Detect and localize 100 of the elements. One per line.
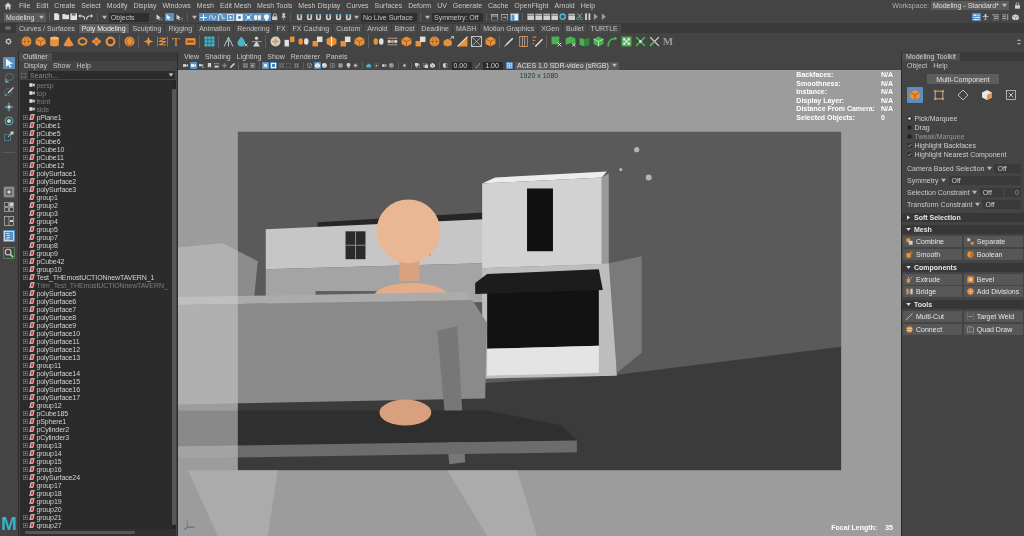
droplet-icon[interactable] [236,36,248,47]
crossed-sphere-icon[interactable] [336,62,344,69]
overlapping-squares-icon[interactable] [413,62,421,69]
expand-box-icon[interactable] [23,370,28,376]
expand-box-icon[interactable] [23,250,28,256]
camera-padlock-icon[interactable] [197,62,205,69]
expand-box-icon[interactable] [23,466,28,472]
expand-box-icon[interactable] [23,154,28,160]
caret-icon[interactable] [986,165,992,171]
radio-icon[interactable] [907,116,912,121]
ring-icon[interactable] [104,36,116,47]
crosshair-icon[interactable] [221,62,229,69]
sphere-icon[interactable] [388,62,396,69]
disclosure-triangle-icon[interactable] [906,302,911,308]
magnet-icon[interactable] [314,12,324,22]
framed-dot-icon[interactable] [226,12,236,22]
x-square-icon[interactable] [244,12,254,22]
frame-icon[interactable] [517,36,529,47]
expand-box-icon[interactable] [23,410,28,416]
house-icon[interactable] [4,1,12,10]
magnet-icon[interactable] [294,12,304,22]
expand-box-icon[interactable] [23,474,28,480]
expand-box-icon[interactable] [23,266,28,272]
square-with-cross-icon[interactable] [550,36,562,47]
expand-box-icon[interactable] [23,298,28,304]
expand-box-icon[interactable] [23,522,28,528]
expand-box-icon[interactable] [23,450,28,456]
caret-icon[interactable] [101,14,107,20]
pointer-square-icon[interactable] [165,12,174,22]
clapperboard-icon[interactable] [526,13,535,21]
curved-arrow-icon[interactable] [606,36,618,47]
dashed-square-icon[interactable] [3,129,15,142]
expand-box-icon[interactable] [23,130,28,136]
dotted-sphere-icon[interactable] [372,62,380,69]
folded-sheet-icon[interactable] [578,36,590,47]
horizontal-scrollbar[interactable] [20,529,176,536]
cube-icon[interactable] [484,36,496,47]
list-icon[interactable] [991,12,1001,22]
cube-icon[interactable] [400,36,412,47]
cube-face-icon[interactable] [979,87,995,103]
split-blocks-icon[interactable] [283,36,295,47]
cube-icon[interactable] [592,36,604,47]
expand-box-icon[interactable] [23,338,28,344]
pointer-tree-icon[interactable] [155,12,165,22]
list-pane-icon[interactable] [3,229,15,242]
half-filled-circle-icon[interactable] [442,62,450,69]
person-icon[interactable] [981,12,991,22]
square-corners-icon[interactable] [931,87,947,103]
caret-icon[interactable] [424,14,430,20]
lasso-icon[interactable] [3,71,15,84]
sphere-icon[interactable] [428,36,440,47]
expand-box-icon[interactable] [23,418,28,424]
expand-box-icon[interactable] [23,514,28,520]
clapperboard-icon[interactable] [567,13,575,21]
crossed-frame-icon[interactable] [470,36,482,47]
four-arrows-icon[interactable] [3,100,15,113]
dashed-square-icon[interactable] [401,62,409,69]
tag-icon[interactable] [184,36,196,47]
magnet-icon[interactable] [343,12,353,22]
wheel-icon[interactable] [269,36,281,47]
expand-box-icon[interactable] [23,162,28,168]
ring-icon[interactable] [559,13,567,21]
magnet-icon[interactable] [324,12,334,22]
two-pane-icon[interactable] [3,215,15,227]
expand-box-icon[interactable] [23,306,28,312]
cylinder-icon[interactable] [48,36,60,47]
expand-box-icon[interactable] [23,178,28,184]
picture-icon[interactable] [213,62,221,69]
expand-box-icon[interactable] [23,170,28,176]
caret-icon[interactable] [941,177,946,183]
text-tool-button[interactable]: T [170,36,182,47]
crossed-lines-icon[interactable] [648,36,660,47]
sliders-icon[interactable] [971,12,981,22]
capsules-icon[interactable] [372,36,384,47]
rotation-ring-icon[interactable] [3,115,15,127]
expand-box-icon[interactable] [23,186,28,192]
sun-icon[interactable] [352,62,360,69]
clapperboard-icon[interactable] [551,13,559,21]
dots-icon[interactable] [386,36,398,47]
expand-box-icon[interactable] [23,442,28,448]
expand-box-icon[interactable] [23,114,28,120]
capsules-icon[interactable] [297,36,309,47]
hook-line-icon[interactable] [217,12,227,22]
zigzag-icon[interactable] [156,36,168,47]
cube-arrow-icon[interactable] [442,36,454,47]
stacked-squares-icon[interactable] [339,36,351,47]
torus-icon[interactable] [76,36,88,47]
expand-box-icon[interactable] [23,394,28,400]
radio-icon[interactable] [907,125,912,130]
disclosure-triangle-icon[interactable] [906,264,911,270]
caret-icon[interactable] [192,14,198,20]
stacked-squares-icon[interactable] [414,36,426,47]
checkbox-icon[interactable] [907,152,912,157]
shelf-letter-button[interactable]: M [662,36,674,47]
camera-icon[interactable] [190,62,198,69]
app-logo[interactable]: M [1,514,17,533]
two-spheres-icon[interactable] [380,62,388,69]
nested-squares-icon[interactable] [262,62,270,69]
bar-list-icon[interactable] [1000,12,1010,22]
faceted-sphere-icon[interactable] [123,36,135,47]
